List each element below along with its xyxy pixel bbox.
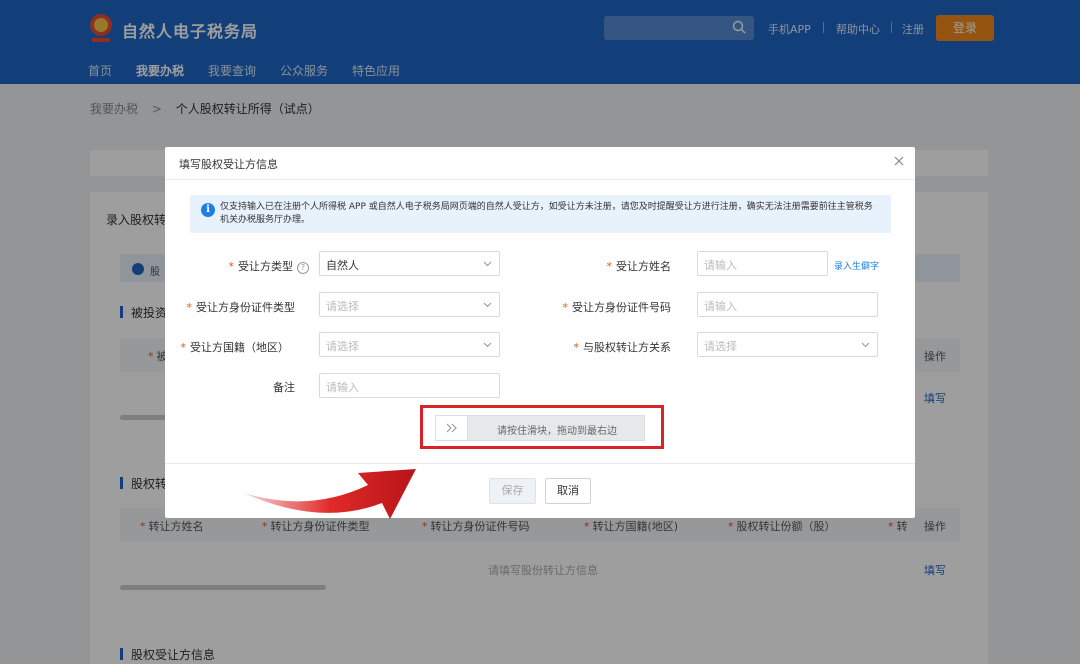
- highlight-annotation: [420, 405, 664, 449]
- close-icon[interactable]: [892, 154, 906, 168]
- divider: [165, 179, 915, 180]
- remark-input[interactable]: 请输入: [319, 373, 500, 398]
- transferee-name-input[interactable]: 请输入: [697, 251, 828, 276]
- notice-text: 仅支持输入已在注册个人所得税 APP 或自然人电子税务局网页端的自然人受让方，如…: [220, 202, 873, 225]
- id-number-label: * 受让方身份证件号码: [562, 301, 672, 314]
- save-button[interactable]: 保存: [489, 478, 536, 504]
- remark-label: 备注: [273, 381, 295, 394]
- transferee-name-label: * 受让方姓名: [606, 260, 672, 273]
- rare-char-link[interactable]: 录入生僻字: [834, 259, 879, 272]
- nationality-select[interactable]: 请选择: [319, 332, 500, 357]
- id-type-label: * 受让方身份证件类型: [186, 301, 296, 314]
- relation-select[interactable]: 请选择: [697, 332, 878, 357]
- notice-banner: i 仅支持输入已在注册个人所得税 APP 或自然人电子税务局网页端的自然人受让方…: [190, 195, 891, 233]
- relation-label: * 与股权转让方关系: [573, 341, 672, 354]
- cancel-button[interactable]: 取消: [545, 478, 591, 504]
- id-type-select[interactable]: 请选择: [319, 292, 500, 317]
- chevron-down-icon: [483, 302, 492, 308]
- nationality-label: * 受让方国籍（地区）: [180, 341, 290, 354]
- chevron-down-icon: [483, 342, 492, 348]
- id-number-input[interactable]: 请输入: [697, 292, 878, 317]
- chevron-down-icon: [861, 342, 870, 348]
- help-icon[interactable]: ?: [297, 262, 309, 274]
- modal-title: 填写股权受让方信息: [179, 158, 278, 171]
- chevron-down-icon: [483, 261, 492, 267]
- transferee-type-select[interactable]: 自然人: [319, 251, 500, 276]
- info-icon: i: [201, 203, 215, 217]
- red-arrow-annotation-icon: [244, 469, 416, 519]
- transferee-type-label: * 受让方类型?: [185, 258, 309, 274]
